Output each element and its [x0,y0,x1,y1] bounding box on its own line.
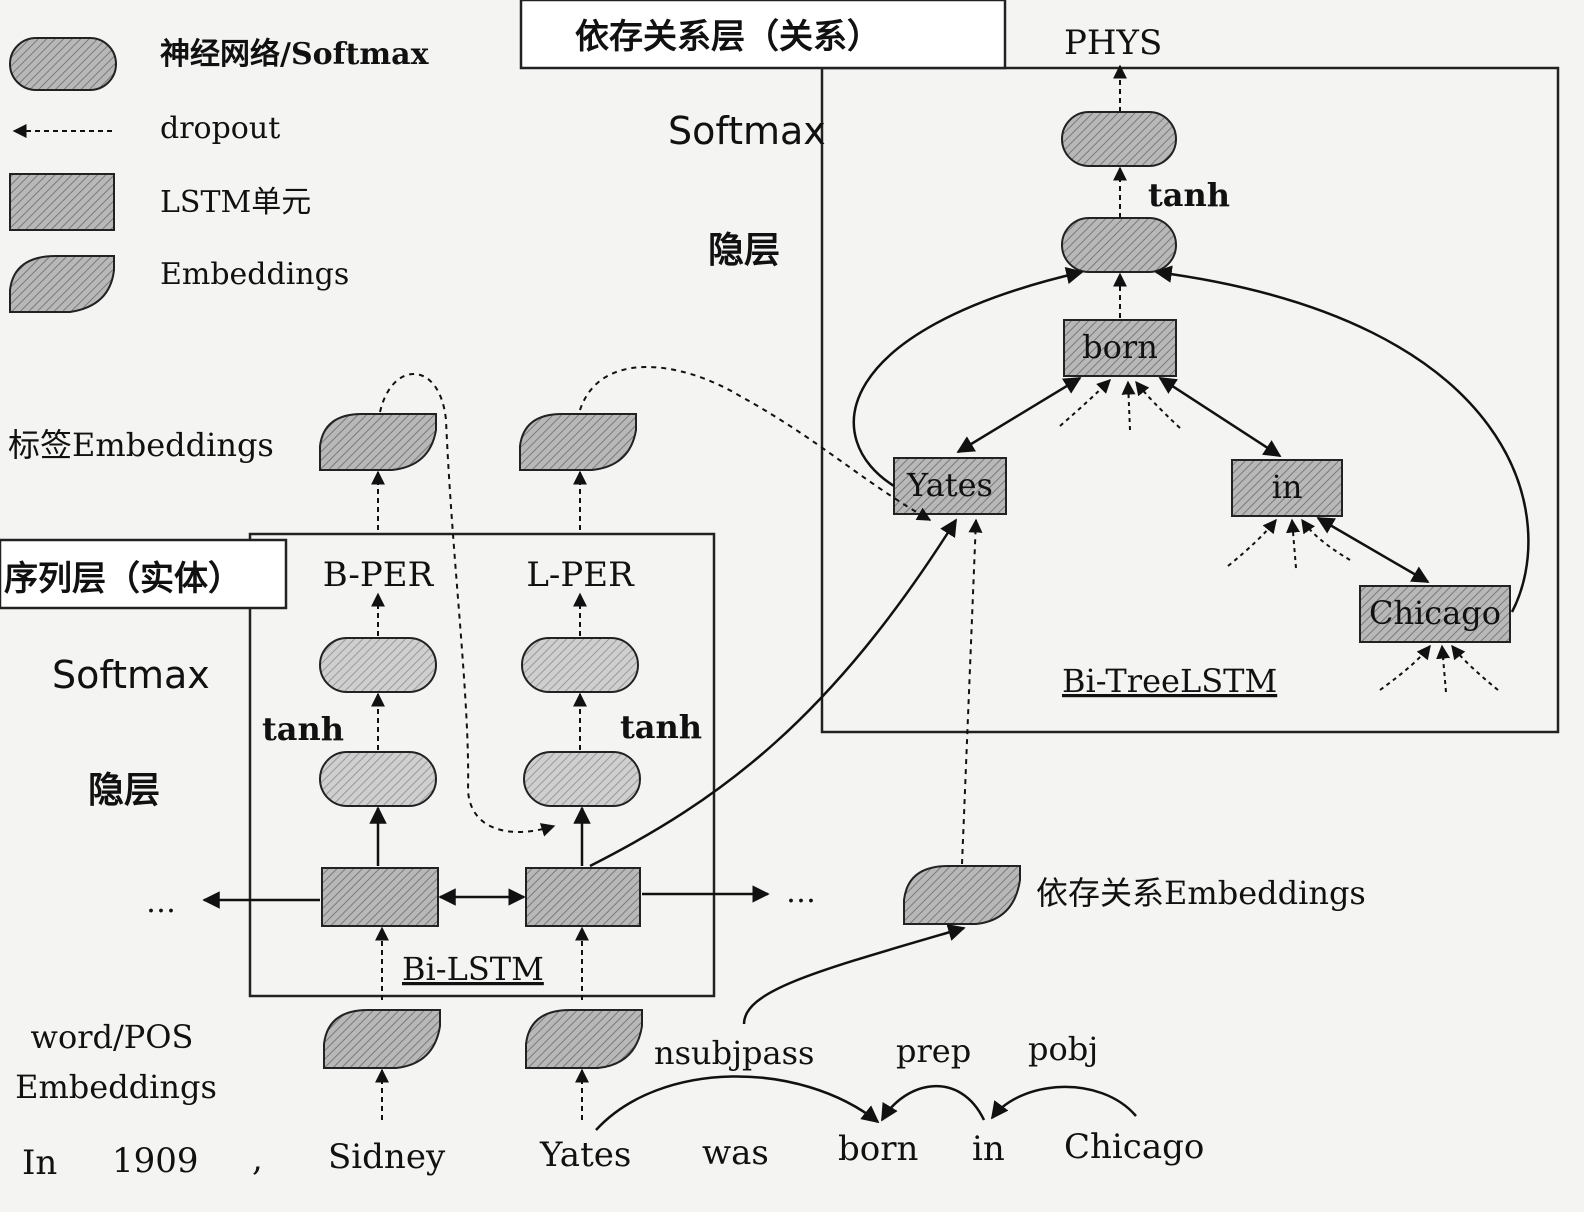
output-label: PHYS [1064,23,1162,63]
dep-emb-to-tree-arrow [961,518,983,865]
legend-emb-label: Embeddings [160,257,349,292]
entity-softmax-label: Softmax [52,653,210,697]
word-in: In [22,1143,57,1183]
tree-node-chicago-label: Chicago [1369,594,1501,632]
word-sidney: Sidney [328,1137,446,1177]
wordpos-label-1: word/POS [31,1018,194,1056]
legend-embedding-icon [9,255,115,313]
lstm-to-tree-yates-curve [589,518,958,868]
diagram-canvas: 神经网络/Softmax dropout LSTM单元 Embeddings 依… [0,0,1560,1183]
edge-born-in [1158,376,1282,458]
relation-softmax-node [1061,111,1177,167]
word-pos-embeddings: word/POS Embeddings [15,1009,643,1106]
tag-embeddings-label: 标签Embeddings [8,426,274,464]
tag-embedding-lper [519,413,637,471]
edge-born-yates [956,376,1082,454]
word-in-2: in [972,1129,1005,1169]
legend-dropout-label: dropout [160,111,280,146]
hidden-node-yates [523,751,641,807]
arc-prep [880,1084,986,1122]
relation-layer: 依存关系层（关系） PHYS Softmax tanh 隐层 born Yate… [519,0,1560,734]
entity-title: 序列层（实体） [4,559,242,599]
dots-left: … [146,885,176,920]
word-born: born [838,1129,918,1169]
lstm-cell-sidney [321,867,439,927]
entity-hidden-label: 隐层 [88,769,160,811]
tag-b-per: B-PER [323,555,435,595]
tag-embedding-bper [319,413,437,471]
tree-node-born-label: born [1082,328,1158,366]
dependency-embeddings: 依存关系Embeddings [742,518,1366,1025]
sentence: In 1909 , Sidney Yates was born in Chica… [22,1127,1204,1183]
tag-l-per: L-PER [526,555,635,595]
legend: 神经网络/Softmax dropout LSTM单元 Embeddings [9,37,430,313]
relation-softmax-label: Softmax [668,109,826,153]
relation-hidden-label: 隐层 [708,229,780,271]
relation-tanh-label: tanh [1148,176,1230,214]
word-1909: 1909 [112,1141,199,1181]
tree-dashed-inputs [1059,379,1499,693]
tree-node-yates-label: Yates [906,466,993,504]
arc-nsubjpass [595,1075,880,1131]
legend-nn-label: 神经网络/Softmax [160,37,430,72]
dep-embeddings-label: 依存关系Embeddings [1036,874,1366,912]
legend-lstm-icon [9,173,115,231]
entity-box [248,532,716,998]
dots-right: … [786,875,816,910]
word-yates: Yates [539,1135,631,1175]
yates-to-hidden-curve [852,267,1084,488]
bi-treelstm-label: Bi-TreeLSTM [1062,662,1277,700]
dependency-arcs: nsubjpass prep pobj [595,1030,1137,1131]
relation-title: 依存关系层（关系） [575,17,881,57]
dep-label-pobj: pobj [1028,1030,1098,1068]
legend-lstm-label: LSTM单元 [160,185,311,220]
legend-nn-icon [9,37,117,91]
word-embedding-yates [525,1009,643,1069]
relation-hidden-node [1061,217,1177,273]
dep-label-nsubjpass: nsubjpass [654,1034,814,1072]
word-embedding-sidney [323,1009,441,1069]
lstm-cell-yates [525,867,641,927]
dependency-embedding-node [903,865,1021,925]
word-comma: , [252,1139,263,1179]
word-was: was [702,1133,769,1173]
softmax-node-yates [521,637,639,693]
hidden-node-sidney [319,751,437,807]
word-chicago: Chicago [1064,1127,1204,1167]
nsubjpass-to-dep-emb-curve [742,924,966,1025]
arc-pobj [990,1085,1137,1120]
wordpos-label-2: Embeddings [15,1068,217,1106]
entity-tanh-left: tanh [262,710,344,748]
chicago-to-hidden-curve [1154,265,1530,613]
softmax-node-sidney [319,637,437,693]
tree-node-in-label: in [1272,468,1303,506]
bi-lstm-label: Bi-LSTM [402,950,544,988]
entity-tanh-right: tanh [620,708,702,746]
dep-label-prep: prep [896,1032,971,1070]
